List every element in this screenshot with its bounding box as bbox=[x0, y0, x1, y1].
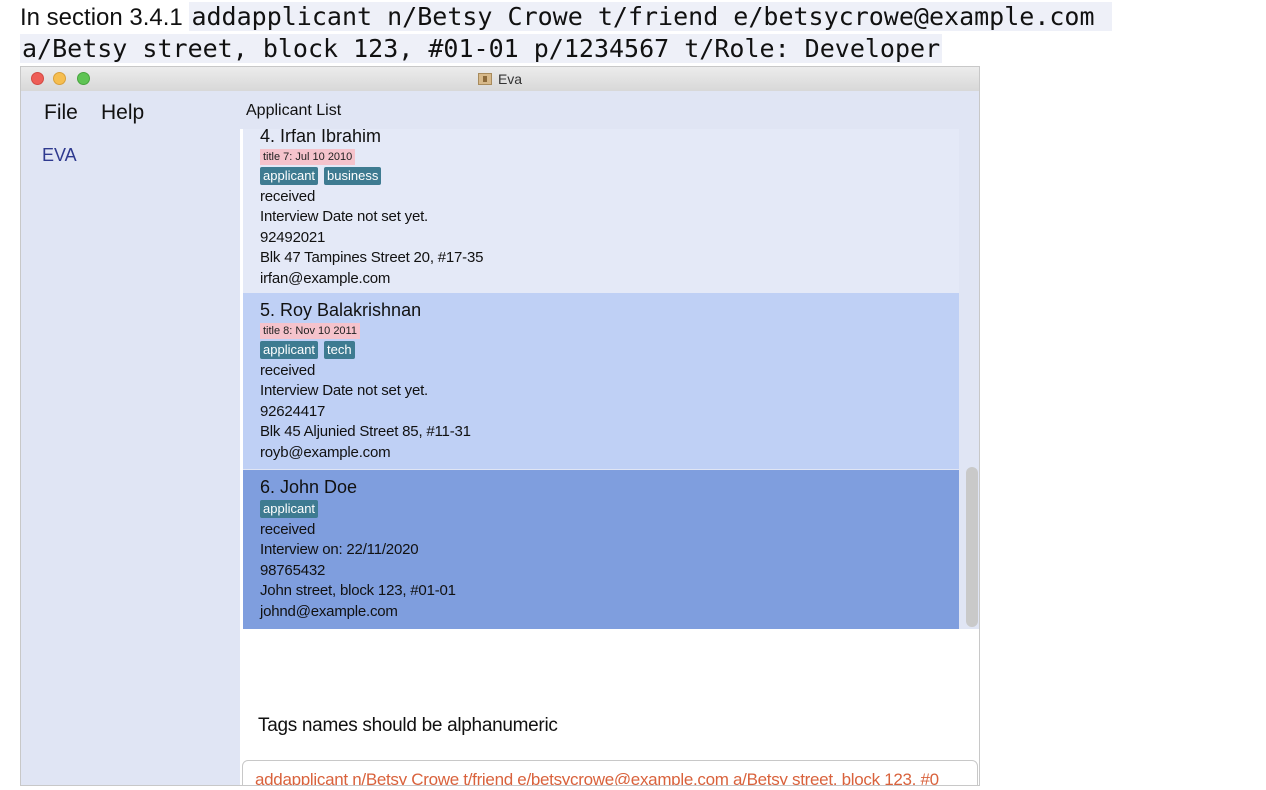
application-status: received bbox=[260, 521, 316, 538]
main-panel: Applicant List 4. Irfan Ibrahim title 7:… bbox=[240, 91, 979, 785]
app-icon bbox=[477, 73, 492, 85]
phone-number: 92492021 bbox=[260, 228, 326, 246]
window-title-text: Eva bbox=[497, 71, 523, 87]
tag-list: applicant business bbox=[260, 167, 959, 187]
caption-label: In section 3.4.1 bbox=[20, 4, 190, 31]
caption-line-2: a/Betsy street, block 123, #01-01 p/1234… bbox=[20, 33, 943, 65]
application-status: received bbox=[260, 362, 316, 379]
tag-badge: applicant bbox=[260, 167, 319, 185]
email: irfan@example.com bbox=[260, 269, 391, 287]
phone-number: 98765432 bbox=[260, 561, 326, 579]
applicant-name: 6. John Doe bbox=[260, 477, 358, 497]
caption-code-line-2: a/Betsy street, block 123, #01-01 p/1234… bbox=[20, 34, 943, 63]
tag-badge: applicant bbox=[260, 341, 319, 359]
applicant-card[interactable]: 5. Roy Balakrishnan title 8: Nov 10 2011… bbox=[243, 293, 959, 469]
caption-line-1: In section 3.4.1 addapplicant n/Betsy Cr… bbox=[20, 1, 1112, 33]
tag-badge: tech bbox=[324, 341, 355, 359]
sidebar-item-eva[interactable]: EVA bbox=[42, 145, 77, 166]
sidebar: File Help EVA bbox=[21, 91, 240, 785]
date-tag: title 7: Jul 10 2010 bbox=[260, 149, 356, 165]
app-window: Eva File Help EVA Applicant List 4. Irfa… bbox=[20, 66, 980, 786]
tag-list: applicant tech bbox=[260, 341, 959, 361]
tag-badge: business bbox=[324, 167, 382, 185]
scrollbar-thumb[interactable] bbox=[966, 467, 978, 627]
applicant-name: 5. Roy Balakrishnan bbox=[260, 300, 422, 320]
interview-date: Interview Date not set yet. bbox=[260, 208, 429, 226]
menu-bar: File Help bbox=[21, 91, 240, 131]
list-header: Applicant List bbox=[240, 91, 979, 129]
applicant-card-selected[interactable]: 6. John Doe applicant received Interview… bbox=[243, 470, 959, 629]
application-status: received bbox=[260, 188, 316, 205]
interview-date: Interview on: 22/11/2020 bbox=[260, 541, 419, 559]
address: Blk 47 Tampines Street 20, #17-35 bbox=[260, 249, 484, 267]
applicant-card[interactable]: 4. Irfan Ibrahim title 7: Jul 10 2010 ap… bbox=[243, 129, 959, 293]
tag-list: applicant bbox=[260, 500, 959, 520]
menu-file[interactable]: File bbox=[44, 101, 78, 125]
window-title: Eva bbox=[21, 67, 979, 91]
interview-date: Interview Date not set yet. bbox=[260, 382, 429, 400]
command-input[interactable]: addapplicant n/Betsy Crowe t/friend e/be… bbox=[242, 760, 978, 785]
caption-code-line-1: addapplicant n/Betsy Crowe t/friend e/be… bbox=[189, 2, 1112, 31]
title-bar[interactable]: Eva bbox=[21, 67, 979, 92]
applicant-list[interactable]: 4. Irfan Ibrahim title 7: Jul 10 2010 ap… bbox=[243, 129, 979, 629]
address: Blk 45 Aljunied Street 85, #11-31 bbox=[260, 423, 471, 441]
menu-help[interactable]: Help bbox=[101, 101, 144, 125]
email: royb@example.com bbox=[260, 443, 391, 461]
date-tag: title 8: Nov 10 2011 bbox=[260, 323, 360, 339]
tag-badge: applicant bbox=[260, 500, 319, 518]
command-input-text[interactable]: addapplicant n/Betsy Crowe t/friend e/be… bbox=[255, 770, 939, 785]
result-message: Tags names should be alphanumeric bbox=[258, 715, 558, 736]
email: johnd@example.com bbox=[260, 602, 398, 620]
phone-number: 92624417 bbox=[260, 402, 326, 420]
address: John street, block 123, #01-01 bbox=[260, 582, 456, 600]
applicant-name: 4. Irfan Ibrahim bbox=[260, 129, 382, 146]
